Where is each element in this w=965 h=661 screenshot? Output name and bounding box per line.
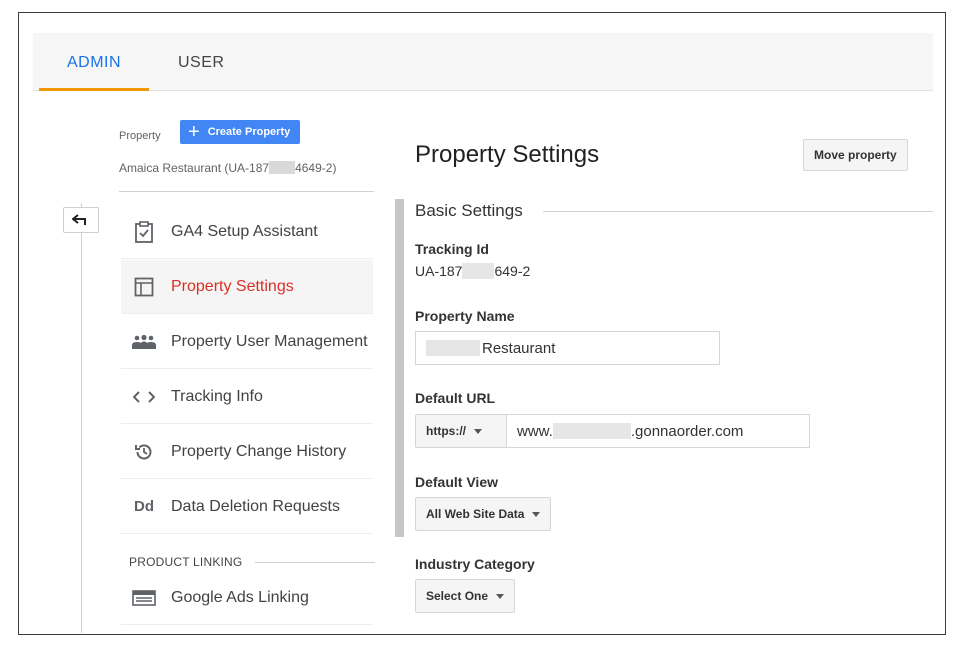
property-selector[interactable]: Amaica Restaurant (UA-187 4649-2) bbox=[119, 161, 336, 175]
sidebar-item-google-ads-linking[interactable]: Google Ads Linking bbox=[121, 571, 373, 625]
nav-guide-line bbox=[81, 203, 82, 633]
sidebar-item-label: Property Change History bbox=[171, 442, 347, 460]
back-button[interactable] bbox=[63, 207, 99, 233]
sidebar-item-tracking-info[interactable]: Tracking Info bbox=[121, 370, 373, 424]
industry-category-label: Industry Category bbox=[415, 556, 535, 572]
back-arrow-icon bbox=[72, 214, 86, 225]
tab-admin-label: ADMIN bbox=[66, 54, 122, 71]
sidebar-item-label: GA4 Setup Assistant bbox=[171, 222, 318, 240]
chevron-down-icon bbox=[496, 593, 505, 599]
create-property-label: Create Property bbox=[207, 126, 291, 138]
section-divider bbox=[543, 211, 933, 212]
redacted-block bbox=[462, 263, 495, 279]
dd-icon: Dd bbox=[131, 494, 157, 520]
tab-active-underline bbox=[39, 88, 149, 91]
ads-panel-icon bbox=[131, 585, 157, 611]
default-url-label: Default URL bbox=[415, 390, 496, 406]
chevron-down-icon bbox=[474, 428, 482, 434]
sidebar-item-data-deletion[interactable]: Dd Data Deletion Requests bbox=[121, 480, 373, 534]
sidebar-item-label: Data Deletion Requests bbox=[171, 497, 340, 515]
tab-admin[interactable]: ADMIN bbox=[39, 33, 149, 91]
tab-bar: ADMIN USER bbox=[33, 33, 933, 91]
default-view-label: Default View bbox=[415, 474, 498, 490]
product-linking-heading: PRODUCT LINKING bbox=[129, 555, 243, 569]
url-suffix: .gonnaorder.com bbox=[630, 422, 744, 440]
property-name-value: Restaurant bbox=[482, 339, 556, 357]
property-nav: Property + Create Property Amaica Restau… bbox=[33, 103, 404, 634]
people-icon bbox=[131, 329, 157, 355]
industry-category-value: Select One bbox=[426, 589, 489, 603]
dd-glyph: Dd bbox=[134, 498, 154, 515]
property-name-suffix: 4649-2) bbox=[295, 161, 337, 175]
section-divider bbox=[255, 562, 375, 563]
protocol-dropdown[interactable]: https:// bbox=[415, 414, 507, 448]
nav-scrollbar[interactable] bbox=[395, 199, 404, 537]
industry-category-dropdown[interactable]: Select One bbox=[415, 579, 516, 613]
property-settings-panel: Property Settings Move property Basic Se… bbox=[415, 103, 935, 634]
tracking-id-label: Tracking Id bbox=[415, 241, 489, 257]
default-url-input[interactable]: www. .gonnaorder.com bbox=[506, 414, 810, 448]
default-view-value: All Web Site Data bbox=[426, 507, 525, 521]
sidebar-item-label: Property Settings bbox=[171, 277, 294, 295]
url-prefix: www. bbox=[517, 422, 553, 440]
tab-user-label: USER bbox=[178, 54, 225, 71]
sidebar-item-label: Google Ads Linking bbox=[171, 588, 309, 606]
property-name-input[interactable]: Restaurant bbox=[415, 331, 720, 365]
page-title: Property Settings bbox=[415, 141, 600, 168]
move-property-button[interactable]: Move property bbox=[803, 139, 908, 171]
app-frame: ADMIN USER Property + Create Property Am… bbox=[18, 12, 946, 635]
sidebar-item-user-management[interactable]: Property User Management bbox=[121, 315, 373, 369]
sidebar-item-change-history[interactable]: Property Change History bbox=[121, 425, 373, 479]
history-icon bbox=[131, 439, 157, 465]
create-property-button[interactable]: + Create Property bbox=[180, 120, 301, 144]
redacted-block bbox=[426, 340, 480, 356]
chevron-down-icon bbox=[532, 511, 541, 517]
protocol-value: https:// bbox=[426, 424, 466, 438]
plus-icon: + bbox=[188, 121, 200, 143]
tracking-id-value: UA-187 649-2 bbox=[415, 263, 530, 279]
default-view-dropdown[interactable]: All Web Site Data bbox=[415, 497, 552, 531]
redacted-block bbox=[269, 161, 296, 174]
code-icon bbox=[131, 384, 157, 410]
sidebar-item-property-settings[interactable]: Property Settings bbox=[121, 260, 373, 314]
redacted-block bbox=[552, 423, 631, 439]
tracking-id-prefix: UA-187 bbox=[415, 263, 463, 279]
tracking-id-suffix: 649-2 bbox=[494, 263, 531, 279]
property-name-label: Property Name bbox=[415, 308, 515, 324]
tab-user[interactable]: USER bbox=[178, 33, 238, 91]
sidebar-item-label: Tracking Info bbox=[171, 387, 263, 405]
window-icon bbox=[131, 274, 157, 300]
basic-settings-heading: Basic Settings bbox=[415, 201, 523, 220]
checklist-icon bbox=[131, 219, 157, 245]
sidebar-item-ga4-setup[interactable]: GA4 Setup Assistant bbox=[121, 205, 373, 259]
sidebar-item-label: Property User Management bbox=[171, 332, 368, 350]
divider bbox=[119, 191, 374, 192]
property-label: Property bbox=[119, 130, 161, 142]
property-name-prefix: Amaica Restaurant (UA-187 bbox=[119, 161, 270, 175]
